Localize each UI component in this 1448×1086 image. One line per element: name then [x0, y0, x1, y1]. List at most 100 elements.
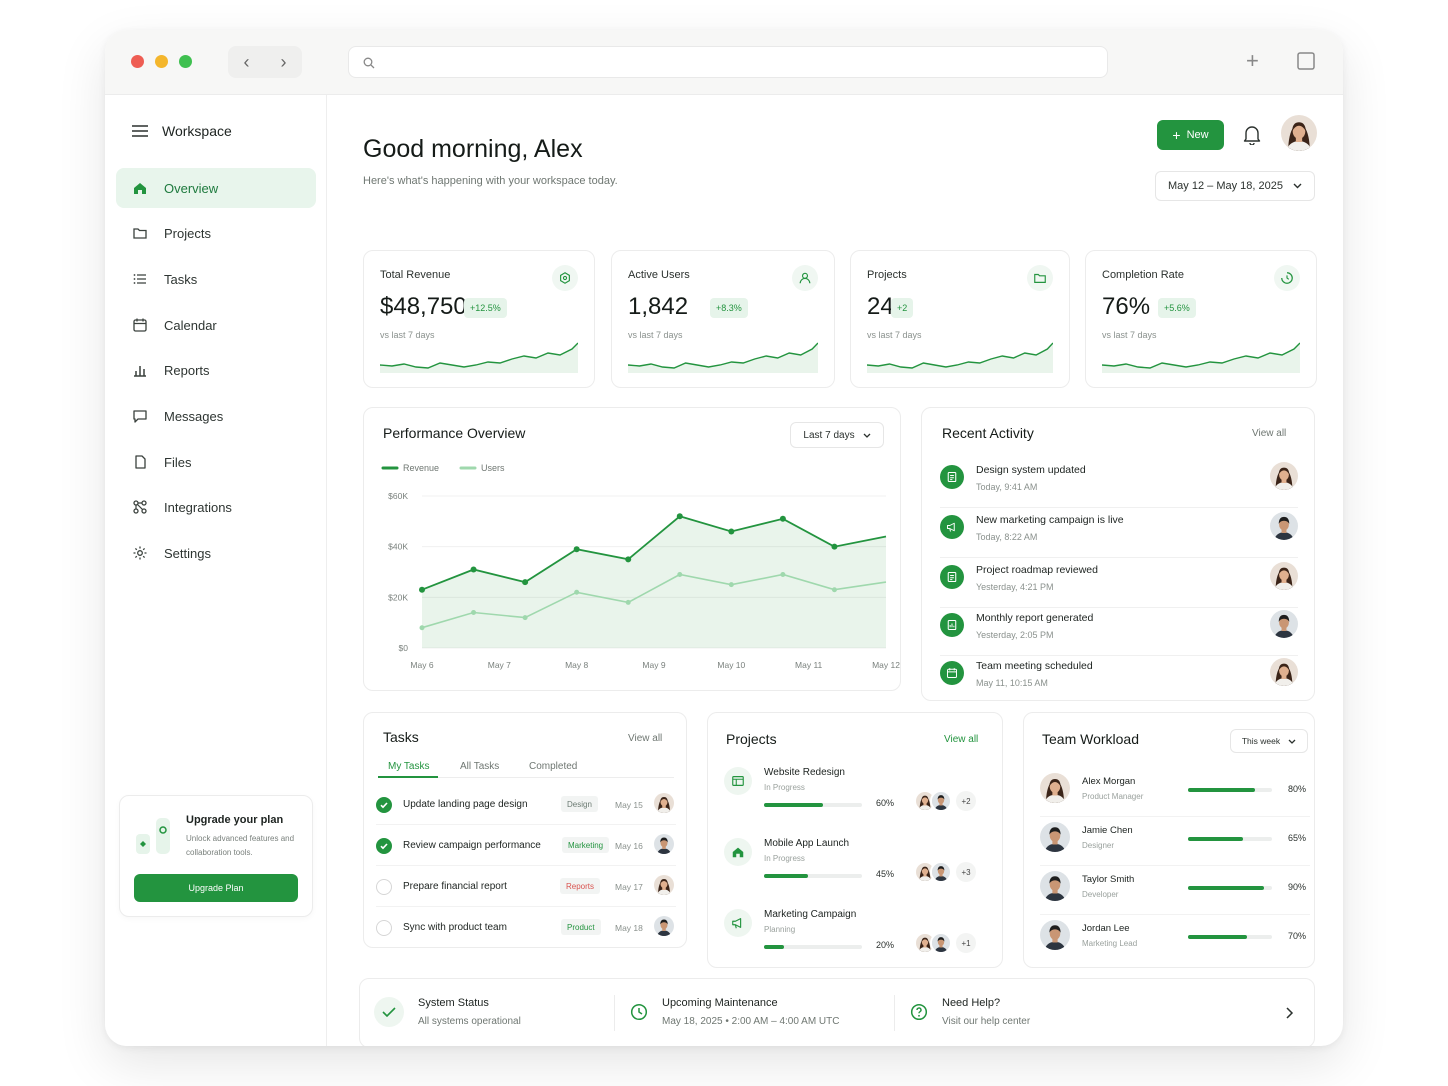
kpi-value: 24 — [867, 293, 894, 320]
forward-button[interactable]: › — [265, 46, 302, 78]
system-status-sub: All systems operational — [418, 1016, 521, 1027]
activity-item[interactable]: Team meeting scheduled May 11, 10:15 AM — [940, 654, 1298, 704]
x-tick-label: May 10 — [717, 660, 745, 670]
more-members-badge[interactable]: +2 — [956, 791, 976, 811]
sidebar-item-files[interactable]: Files — [116, 442, 316, 482]
activity-item[interactable]: New marketing campaign is live Today, 8:2… — [940, 508, 1298, 558]
new-tab-icon[interactable]: + — [1246, 50, 1259, 72]
data-point-users[interactable] — [419, 625, 425, 631]
workload-row[interactable]: Alex Morgan Product Manager 80% — [1040, 769, 1310, 817]
back-button[interactable]: ‹ — [228, 46, 265, 78]
activity-view-all-link[interactable]: View all — [1252, 428, 1286, 439]
kpi-card-projects[interactable]: Projects 24 +2 vs last 7 days — [850, 250, 1070, 388]
activity-item[interactable]: Project roadmap reviewed Yesterday, 4:21 … — [940, 558, 1298, 608]
data-point-revenue[interactable] — [676, 513, 683, 520]
data-point-users[interactable] — [728, 582, 734, 588]
activity-time: Yesterday, 4:21 PM — [976, 582, 1054, 592]
workload-row[interactable]: Taylor Smith Developer 90% — [1040, 867, 1310, 915]
minimize-window-button[interactable] — [155, 55, 168, 68]
activity-item[interactable]: Design system updated Today, 9:41 AM — [940, 458, 1298, 508]
project-row[interactable]: Mobile App Launch In Progress 45% +3 — [724, 836, 986, 906]
sidebar-item-tasks[interactable]: Tasks — [116, 259, 316, 299]
kpi-card-completion-rate[interactable]: Completion Rate 76% +5.6% vs last 7 days — [1085, 250, 1317, 388]
kpi-card-active-users[interactable]: Active Users 1,842 +8.3% vs last 7 days — [611, 250, 835, 388]
sidebar-item-label: Overview — [164, 180, 219, 196]
task-row[interactable]: Sync with product team Product May 18 — [376, 908, 676, 948]
activity-item[interactable]: Monthly report generated Yesterday, 2:05 … — [940, 606, 1298, 656]
data-point-revenue[interactable] — [573, 546, 580, 553]
upgrade-plan-button[interactable]: Upgrade Plan — [134, 874, 298, 902]
task-row[interactable]: Prepare financial report Reports May 17 — [376, 867, 676, 907]
data-point-revenue[interactable] — [522, 579, 529, 586]
menu-icon[interactable] — [132, 125, 148, 137]
tab-my-tasks[interactable]: My Tasks — [388, 761, 430, 772]
workspace-header[interactable]: Workspace — [132, 123, 232, 139]
sidebar-item-overview[interactable]: Overview — [116, 168, 316, 208]
sidebar-item-settings[interactable]: Settings — [116, 533, 316, 573]
task-tag: Product — [561, 919, 601, 935]
task-checkbox[interactable] — [376, 838, 392, 854]
chevron-right-icon[interactable] — [1286, 1007, 1294, 1019]
projects-view-all-link[interactable]: View all — [944, 734, 978, 745]
workload-row[interactable]: Jamie Chen Designer 65% — [1040, 818, 1310, 866]
task-checkbox[interactable] — [376, 797, 392, 813]
data-point-revenue[interactable] — [470, 566, 477, 573]
data-point-users[interactable] — [677, 572, 683, 578]
data-point-users[interactable] — [831, 587, 837, 593]
address-bar[interactable] — [348, 46, 1108, 78]
sidebar-item-calendar[interactable]: Calendar — [116, 305, 316, 345]
kpi-change-badge: +12.5% — [464, 298, 507, 318]
project-row[interactable]: Marketing Campaign Planning 20% +1 — [724, 907, 986, 977]
sidebar-item-reports[interactable]: Reports — [116, 350, 316, 390]
notification-bell-icon[interactable] — [1243, 125, 1261, 145]
kpi-value: 1,842 — [628, 293, 689, 320]
data-point-revenue[interactable] — [625, 556, 632, 563]
progress-icon — [1274, 265, 1300, 291]
task-due-date: May 16 — [615, 841, 643, 851]
data-point-users[interactable] — [780, 572, 786, 578]
task-checkbox[interactable] — [376, 879, 392, 895]
kpi-value: 76% — [1102, 293, 1151, 320]
more-members-badge[interactable]: +3 — [956, 862, 976, 882]
task-due-date: May 15 — [615, 800, 643, 810]
user-avatar[interactable] — [1281, 115, 1317, 151]
tasks-view-all-link[interactable]: View all — [628, 733, 662, 744]
data-point-revenue[interactable] — [728, 528, 735, 535]
progress-fill — [764, 874, 809, 878]
avatar — [654, 875, 674, 895]
task-checkbox[interactable] — [376, 920, 392, 936]
data-point-users[interactable] — [625, 599, 631, 605]
tab-completed[interactable]: Completed — [529, 761, 577, 772]
list-icon — [132, 271, 148, 287]
new-button[interactable]: + New — [1157, 120, 1224, 150]
kpi-card-total-revenue[interactable]: Total Revenue $48,750 +12.5% vs last 7 days — [363, 250, 595, 388]
avatar — [1270, 462, 1298, 490]
sidebar-item-messages[interactable]: Messages — [116, 396, 316, 436]
data-point-users[interactable] — [471, 610, 477, 616]
performance-range-label: Last 7 days — [803, 429, 855, 441]
date-range-picker[interactable]: May 12 – May 18, 2025 — [1155, 171, 1315, 201]
sidebar-item-integrations[interactable]: Integrations — [116, 487, 316, 527]
maximize-window-button[interactable] — [179, 55, 192, 68]
progress-fill — [764, 945, 784, 949]
workload-row[interactable]: Jordan Lee Marketing Lead 70% — [1040, 916, 1310, 964]
data-point-revenue[interactable] — [831, 543, 838, 550]
data-point-users[interactable] — [574, 589, 580, 595]
workload-bar — [1188, 935, 1272, 939]
more-members-badge[interactable]: +1 — [956, 933, 976, 953]
tab-all-tasks[interactable]: All Tasks — [460, 761, 499, 772]
task-row[interactable]: Update landing page design Design May 15 — [376, 785, 676, 825]
workload-range-select[interactable]: This week — [1230, 729, 1308, 753]
sidebar-item-projects[interactable]: Projects — [116, 213, 316, 253]
data-point-revenue[interactable] — [779, 515, 786, 522]
close-window-button[interactable] — [131, 55, 144, 68]
help-link[interactable]: Need Help? Visit our help center — [910, 979, 1300, 1046]
task-row[interactable]: Review campaign performance Marketing May … — [376, 826, 676, 866]
tabs-overview-icon[interactable] — [1297, 52, 1315, 70]
calendar-icon — [940, 661, 964, 685]
document-icon — [940, 465, 964, 489]
data-point-revenue[interactable] — [419, 586, 425, 593]
x-tick-label: May 6 — [410, 660, 433, 670]
data-point-users[interactable] — [522, 615, 528, 621]
project-row[interactable]: Website Redesign In Progress 60% +2 — [724, 765, 986, 835]
